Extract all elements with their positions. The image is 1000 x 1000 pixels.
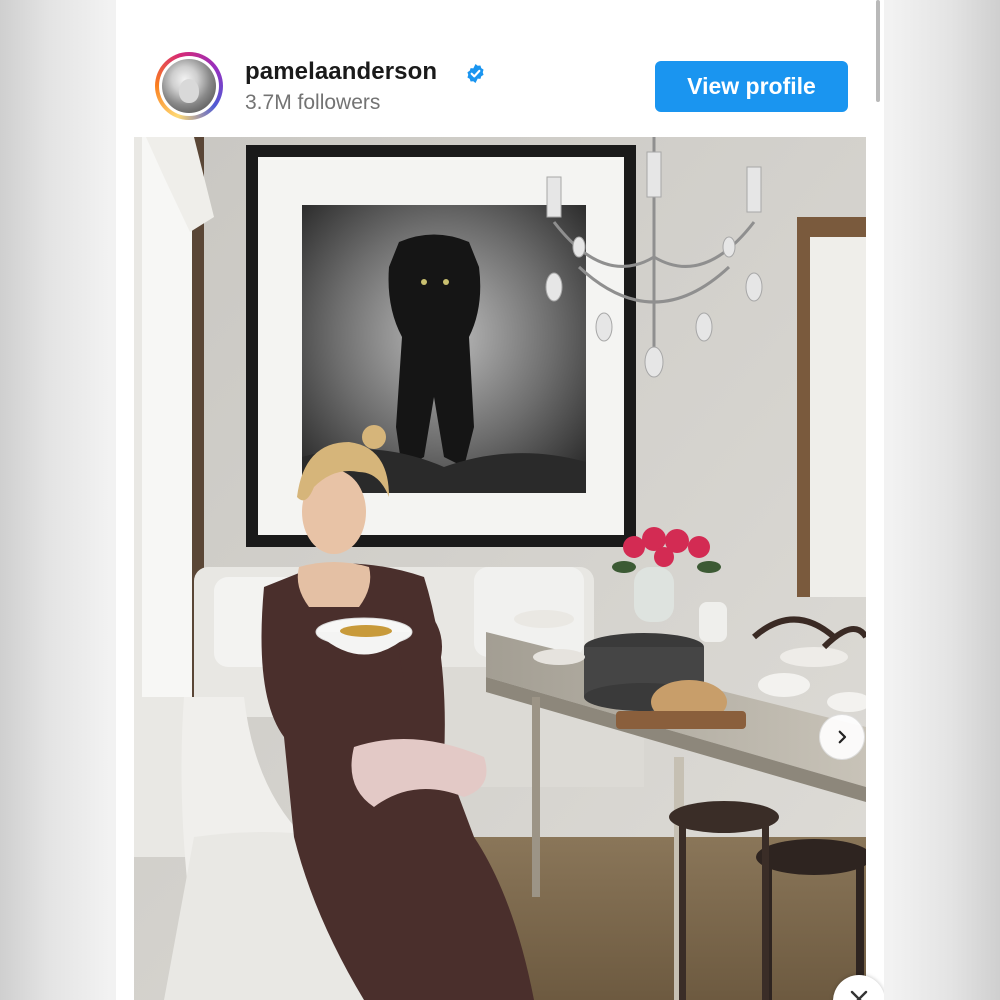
post-header: pamelaanderson 3.7M followers View profi…: [116, 0, 884, 137]
view-profile-button[interactable]: View profile: [655, 61, 848, 112]
verified-badge-icon: [467, 64, 484, 83]
follower-count: 3.7M followers: [245, 91, 381, 114]
next-photo-button[interactable]: [819, 714, 865, 760]
close-icon: [850, 990, 868, 1000]
avatar-photo: [162, 59, 216, 113]
chevron-right-icon: [838, 730, 847, 744]
post-photo-illustration: [134, 137, 866, 1000]
scrollbar[interactable]: [876, 0, 880, 102]
post-photo[interactable]: [134, 137, 866, 1000]
instagram-embed-card: pamelaanderson 3.7M followers View profi…: [116, 0, 884, 1000]
profile-avatar[interactable]: [155, 52, 223, 120]
username[interactable]: pamelaanderson: [245, 58, 437, 86]
